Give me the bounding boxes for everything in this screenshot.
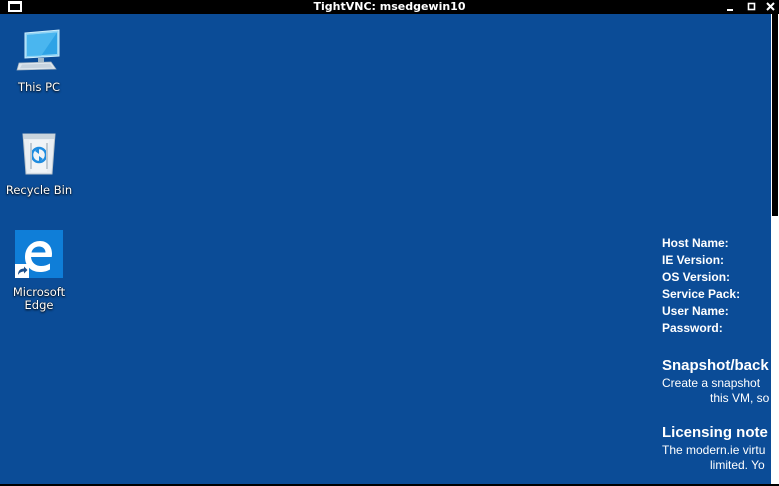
- licensing-text-line1: The modern.ie virtu: [662, 443, 766, 457]
- desktop-icon-edge[interactable]: Microsoft Edge: [1, 230, 77, 312]
- user-name-field: User Name:: [662, 304, 729, 318]
- shortcut-arrow-icon: [15, 264, 29, 278]
- desktop-icon-this-pc[interactable]: This PC: [1, 29, 77, 94]
- close-button[interactable]: [764, 0, 778, 14]
- scrollbar-track[interactable]: [772, 14, 778, 216]
- os-version-field: OS Version:: [662, 270, 731, 284]
- ie-version-field: IE Version:: [662, 253, 725, 267]
- snapshot-text-line2: this VM, so: [710, 391, 770, 405]
- vertical-scrollbar[interactable]: [771, 14, 779, 484]
- remote-desktop[interactable]: This PC Recycle Bin Microsoft Edge Host …: [0, 14, 771, 484]
- desktop-icon-recycle-bin[interactable]: Recycle Bin: [1, 130, 77, 197]
- recycle-bin-icon: [22, 133, 56, 175]
- password-field: Password:: [662, 321, 723, 335]
- this-pc-label: This PC: [17, 80, 61, 94]
- minimize-button[interactable]: [724, 0, 738, 14]
- title-bar[interactable]: TightVNC: msedgewin10: [0, 0, 779, 14]
- computer-icon: [16, 29, 60, 71]
- service-pack-field: Service Pack:: [662, 287, 741, 301]
- snapshot-text-line1: Create a snapshot: [662, 376, 761, 390]
- recycle-bin-label: Recycle Bin: [5, 183, 73, 197]
- window-title: TightVNC: msedgewin10: [313, 0, 466, 13]
- host-name-field: Host Name:: [662, 236, 729, 250]
- maximize-button[interactable]: [745, 0, 759, 14]
- licensing-heading: Licensing note: [662, 424, 768, 441]
- bginfo-panel: Host Name: IE Version: OS Version: Servi…: [662, 235, 769, 473]
- snapshot-heading: Snapshot/back: [662, 357, 769, 374]
- edge-label: Microsoft Edge: [12, 285, 66, 312]
- licensing-text-line2: limited. Yo: [710, 458, 765, 472]
